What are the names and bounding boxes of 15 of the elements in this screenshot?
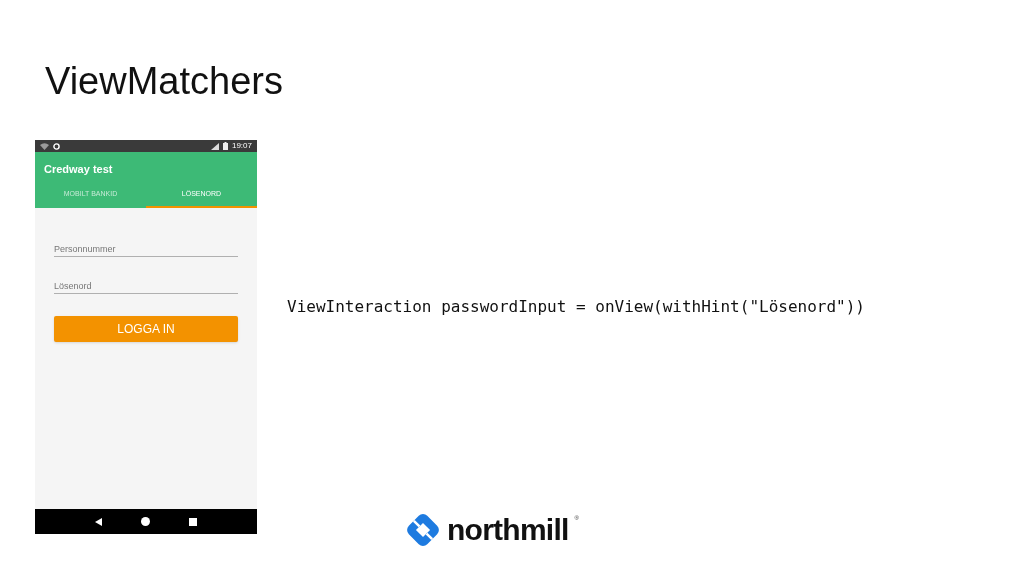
login-button[interactable]: LOGGA IN [54, 316, 238, 342]
wifi-icon [40, 142, 49, 150]
app-title: Credway test [43, 162, 113, 177]
home-icon[interactable] [141, 517, 150, 526]
logo-wordmark: northmill [447, 513, 569, 547]
code-line: ViewInteraction passwordInput = onView(withHint("Lösenord")) [287, 297, 865, 317]
status-time: 19:07 [231, 141, 252, 151]
circle-icon [53, 142, 60, 150]
input-field[interactable]: Personnummer [54, 241, 238, 257]
slide-title: ViewMatchers [45, 59, 283, 104]
recents-icon[interactable] [189, 517, 198, 526]
battery-icon [222, 142, 228, 150]
back-icon[interactable] [94, 517, 102, 526]
input-field[interactable]: Lösenord [54, 278, 238, 294]
signal-icon [210, 142, 219, 150]
